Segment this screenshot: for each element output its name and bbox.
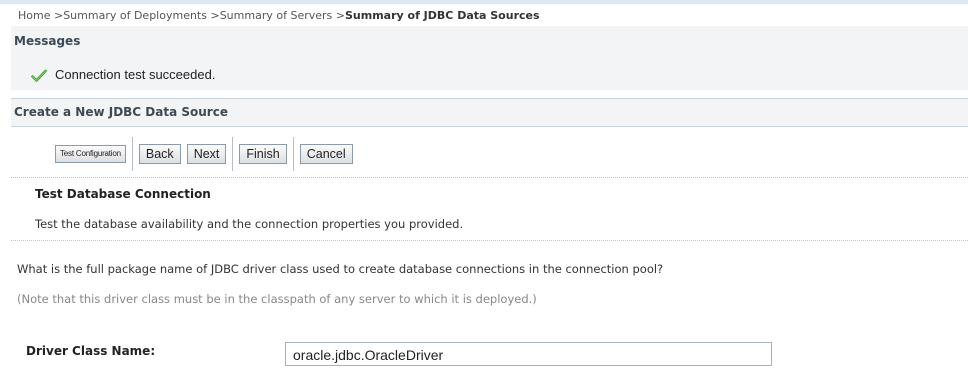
toolbar-divider [232,137,234,171]
top-accent-bar [0,0,968,4]
breadcrumb-summary-of-servers[interactable]: Summary of Servers [220,9,333,22]
success-message-text: Connection test succeeded. [55,67,216,82]
finish-button[interactable]: Finish [239,144,287,164]
section-title: Create a New JDBC Data Source [14,105,228,119]
section-header: Create a New JDBC Data Source [11,98,968,127]
test-connection-description: Test the database availability and the c… [35,217,464,231]
toolbar-divider [292,137,294,171]
breadcrumb-home[interactable]: Home [18,9,50,22]
breadcrumb-separator: > [206,9,220,22]
breadcrumb-separator: > [332,9,345,22]
divider [11,177,968,178]
cancel-button[interactable]: Cancel [299,144,353,164]
driver-class-note: (Note that this driver class must be in … [17,292,537,306]
test-connection-title: Test Database Connection [35,187,211,201]
driver-class-question: What is the full package name of JDBC dr… [17,262,664,276]
back-button[interactable]: Back [138,144,181,164]
breadcrumb-separator: > [50,9,64,22]
wizard-toolbar: Test Configuration Back Next Finish Canc… [55,137,353,171]
divider [11,240,968,241]
test-configuration-button[interactable]: Test Configuration [55,145,126,163]
breadcrumb-current: Summary of JDBC Data Sources [344,9,540,22]
success-message: Connection test succeeded. [31,67,215,82]
driver-class-name-label: Driver Class Name: [26,344,156,358]
next-button[interactable]: Next [186,144,227,164]
check-icon [31,68,47,82]
messages-panel: Messages Connection test succeeded. [11,26,968,90]
toolbar-divider [131,137,133,171]
breadcrumb: Home >Summary of Deployments >Summary of… [18,9,540,22]
breadcrumb-summary-of-deployments[interactable]: Summary of Deployments [63,9,207,22]
messages-title: Messages [14,34,81,48]
driver-class-name-input[interactable] [285,342,772,366]
